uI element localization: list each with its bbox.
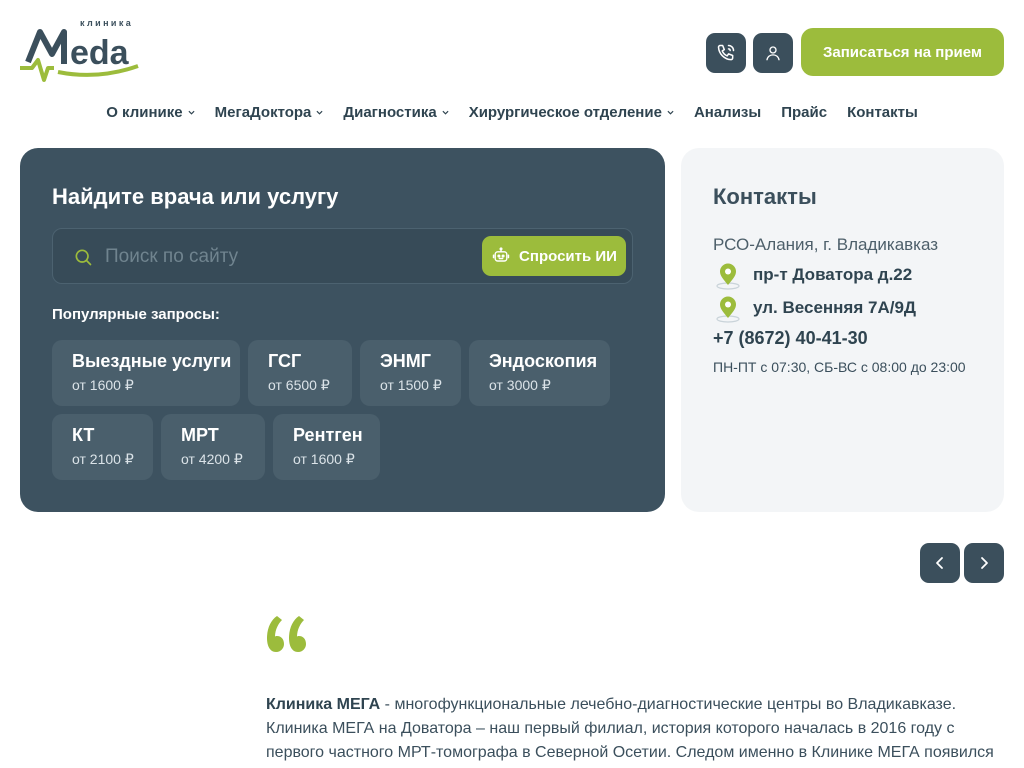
ask-ai-label: Спросить ИИ xyxy=(519,247,617,265)
address-text: ул. Весенняя 7А/9Д xyxy=(753,298,917,317)
chip-name: КТ xyxy=(72,425,95,445)
contacts-city: РСО-Алания, г. Владикавказ xyxy=(713,235,939,254)
popular-chip[interactable]: МРТ от 4200 ₽ xyxy=(161,414,265,480)
carousel-prev-button[interactable] xyxy=(920,543,960,583)
search-box: Спросить ИИ xyxy=(52,228,633,284)
chip-price: от 6500 ₽ xyxy=(268,377,330,393)
popular-chip[interactable]: Рентген от 1600 ₽ xyxy=(273,414,380,480)
nav-label: Анализы xyxy=(693,104,762,121)
chip-name: МРТ xyxy=(181,425,219,445)
contacts-panel: Контакты РСО-Алания, г. Владикавказ пр-т… xyxy=(681,148,1004,512)
nav-item-analyses[interactable]: Анализы xyxy=(694,104,761,121)
chip-price: от 4200 ₽ xyxy=(181,451,243,467)
about-text: Клиника МЕГА - многофункциональные лечеб… xyxy=(266,693,1006,768)
nav-item-contacts[interactable]: Контакты xyxy=(847,104,918,121)
chip-price: от 1500 ₽ xyxy=(380,377,442,393)
logo-mark: eda xyxy=(20,29,139,82)
appointment-button[interactable]: Записаться на прием xyxy=(801,28,1004,76)
nav-label: О клинике xyxy=(106,104,183,121)
contacts-title: Контакты xyxy=(713,184,817,209)
chip-name: ГСГ xyxy=(268,351,302,371)
nav-label: Прайс xyxy=(781,104,828,121)
about-brand: Клиника МЕГА xyxy=(266,696,381,713)
chevron-right-icon xyxy=(981,557,988,569)
popular-requests-label: Популярные запросы: xyxy=(52,306,220,323)
map-pin-icon xyxy=(716,296,740,323)
search-icon xyxy=(75,249,92,266)
chip-name: Эндоскопия xyxy=(489,351,598,371)
svg-text:eda: eda xyxy=(70,34,130,72)
nav-label: Хирургическое отделение xyxy=(468,104,662,121)
chevron-down-icon xyxy=(667,110,674,115)
call-button[interactable] xyxy=(706,33,746,73)
carousel-next-button[interactable] xyxy=(964,543,1004,583)
contacts-phone-link[interactable]: +7 (8672) 40-41-30 xyxy=(713,328,868,349)
search-input[interactable] xyxy=(105,243,465,271)
chip-price: от 3000 ₽ xyxy=(489,377,551,393)
chevron-down-icon xyxy=(442,110,449,115)
chip-name: Выездные услуги xyxy=(72,351,232,371)
phone-icon xyxy=(717,44,735,61)
user-icon xyxy=(766,46,780,61)
address-item[interactable]: пр-т Доватора д.22 xyxy=(713,260,912,290)
chip-price: от 1600 ₽ xyxy=(293,451,355,467)
address-text: пр-т Доватора д.22 xyxy=(753,265,913,284)
chip-name: Рентген xyxy=(293,425,363,445)
chevron-down-icon xyxy=(316,110,323,115)
robot-icon xyxy=(492,247,510,262)
search-panel: Найдите врача или услугу Спросить ИИ Поп… xyxy=(20,148,665,512)
nav-item-about[interactable]: О клинике xyxy=(106,104,195,121)
nav-item-diagnostics[interactable]: Диагностика xyxy=(343,104,449,121)
chevron-left-icon xyxy=(936,557,943,569)
popular-chip[interactable]: Выездные услуги от 1600 ₽ xyxy=(52,340,240,406)
nav-label: Диагностика xyxy=(343,104,437,121)
chip-name: ЭНМГ xyxy=(380,351,432,371)
search-title: Найдите врача или услугу xyxy=(52,184,339,209)
address-item[interactable]: ул. Весенняя 7А/9Д xyxy=(713,293,916,323)
nav-label: МегаДоктора xyxy=(214,104,312,121)
nav-item-surgery[interactable]: Хирургическое отделение xyxy=(469,104,674,121)
quote-icon xyxy=(267,616,306,652)
account-button[interactable] xyxy=(753,33,793,73)
nav-item-doctors[interactable]: МегаДоктора xyxy=(215,104,324,121)
popular-chip[interactable]: ГСГ от 6500 ₽ xyxy=(248,340,352,406)
popular-chip[interactable]: ЭНМГ от 1500 ₽ xyxy=(360,340,461,406)
main-nav: О клинике МегаДоктора Диагностика Хирург… xyxy=(0,104,1024,121)
nav-label: Контакты xyxy=(847,104,918,121)
chip-price: от 1600 ₽ xyxy=(72,377,134,393)
nav-item-price[interactable]: Прайс xyxy=(781,104,827,121)
ask-ai-button[interactable]: Спросить ИИ xyxy=(482,236,626,276)
popular-chip[interactable]: Эндоскопия от 3000 ₽ xyxy=(469,340,610,406)
chip-price: от 2100 ₽ xyxy=(72,451,134,467)
working-hours: ПН-ПТ с 07:30, СБ-ВС с 08:00 до 23:00 xyxy=(713,359,966,375)
popular-chip[interactable]: КТ от 2100 ₽ xyxy=(52,414,153,480)
clinic-logo[interactable]: клиника eda xyxy=(18,18,142,84)
map-pin-icon xyxy=(716,263,740,290)
chevron-down-icon xyxy=(188,110,195,115)
